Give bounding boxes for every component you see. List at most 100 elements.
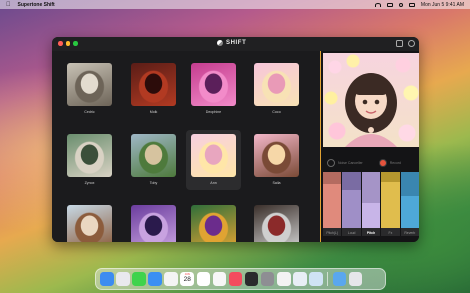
record-label: Record [389, 161, 402, 165]
calendar-day: 28 [183, 276, 191, 284]
launchpad-icon[interactable] [116, 272, 130, 286]
noise-canceller-icon [327, 159, 335, 167]
voice-slider-track [342, 172, 361, 190]
panel-controls: Noise Canceller Record [321, 155, 419, 171]
voice-slider-track [323, 172, 342, 185]
dock: JUN 28 [95, 268, 386, 290]
voice-panel: Noise Canceller Record Pitch(L) Loud Pitch… [320, 51, 419, 242]
voice-slider-fill [342, 189, 361, 228]
messages-icon[interactable] [132, 272, 146, 286]
window-icon[interactable] [309, 272, 323, 286]
record-icon [378, 159, 387, 167]
voice-slider[interactable]: Pitch [361, 172, 381, 236]
minimize-window-button[interactable] [65, 41, 70, 46]
battery-icon[interactable] [386, 2, 393, 7]
pages-icon[interactable] [277, 272, 291, 286]
voice-avatar [67, 205, 112, 242]
calendar-icon[interactable]: JUN 28 [180, 272, 194, 286]
voice-card-label: Coco [272, 110, 281, 114]
voice-avatar [131, 205, 176, 242]
reminders-icon[interactable] [196, 272, 211, 286]
voice-avatar [191, 134, 236, 177]
voice-avatar [254, 134, 299, 177]
trash-icon[interactable] [348, 272, 363, 286]
voice-card[interactable]: Deophine [186, 59, 241, 119]
voice-slider-fill [323, 184, 342, 228]
voice-slider-fill [361, 202, 381, 228]
voice-card-label: Cedric [84, 110, 95, 114]
voice-card[interactable] [186, 201, 241, 242]
shift-icon[interactable] [244, 272, 259, 286]
photos-icon[interactable] [164, 272, 178, 286]
voice-card[interactable] [62, 201, 117, 242]
voice-avatar [131, 63, 176, 106]
voice-slider[interactable]: Pitch(L) [323, 172, 342, 236]
preview-icon[interactable] [293, 272, 307, 286]
status-area: Mon Jun 5 9:41 AM [374, 2, 464, 8]
shift-logo-icon [217, 40, 223, 46]
voice-card[interactable]: Saila [249, 130, 304, 190]
voice-avatar [254, 205, 299, 242]
voice-card[interactable] [249, 201, 304, 242]
voice-sliders: Pitch(L) Loud Pitch Fx Reverb [323, 172, 419, 236]
voice-card[interactable]: Coco [249, 59, 304, 119]
voice-card[interactable]: Zynox [62, 130, 117, 190]
voice-slider-label: Pitch [366, 231, 376, 235]
control-center-icon[interactable] [408, 2, 415, 7]
selected-voice-preview [323, 53, 419, 147]
voice-card[interactable]: Molk [126, 59, 181, 119]
menu-bar:  Supertone Shift Mon Jun 5 9:41 AM [0, 0, 470, 9]
voice-slider[interactable]: Reverb [400, 172, 419, 236]
voice-card-label: Saila [272, 181, 281, 185]
settings-gear-icon[interactable] [408, 40, 415, 47]
voice-card-label: Ann [210, 181, 217, 185]
zoom-window-button[interactable] [73, 41, 78, 46]
finder-icon[interactable] [100, 272, 114, 286]
voice-slider-fill [381, 182, 400, 228]
voice-avatar [67, 63, 112, 106]
voice-slider-track [381, 172, 400, 183]
voice-slider[interactable]: Loud [342, 172, 361, 236]
noise-canceller-toggle[interactable]: Noise Canceller [327, 159, 363, 167]
voice-gallery: Cedric Molk Deophine Coco Zynox Toby Ann Saila [52, 51, 320, 242]
title-bar: SHIFT [52, 37, 419, 51]
voice-card-label: Toby [149, 181, 158, 185]
close-window-button[interactable] [58, 41, 63, 46]
mail-icon[interactable] [148, 272, 162, 286]
voice-avatar [191, 63, 236, 106]
voice-slider-label: Pitch(L) [326, 231, 339, 235]
app-title: SHIFT [217, 40, 246, 46]
voice-card[interactable] [126, 201, 181, 242]
noise-canceller-label: Noise Canceller [338, 161, 363, 165]
voice-card[interactable]: Toby [126, 130, 181, 190]
voice-slider-label: Loud [347, 231, 356, 235]
voice-slider-label: Reverb [404, 231, 416, 235]
voice-slider-fill [400, 195, 419, 228]
folder-icon[interactable] [332, 272, 347, 286]
voice-card-label: Deophine [205, 110, 222, 114]
apple-menu-icon[interactable]:  [6, 2, 11, 8]
app-menu-name[interactable]: Supertone Shift [18, 2, 55, 8]
app-title-text: SHIFT [226, 40, 247, 46]
voice-card-label: Zynox [84, 181, 95, 185]
clock[interactable]: Mon Jun 5 9:41 AM [421, 2, 464, 8]
voice-card[interactable]: Cedric [62, 59, 117, 119]
record-button[interactable]: Record [378, 159, 402, 167]
grid-view-icon[interactable] [396, 40, 403, 47]
voice-avatar [191, 205, 236, 242]
search-icon[interactable] [398, 2, 403, 7]
music-icon[interactable] [228, 272, 243, 286]
notes-icon[interactable] [212, 272, 227, 286]
voice-slider-track [400, 172, 419, 196]
voice-avatar [254, 63, 299, 106]
voice-slider[interactable]: Fx [381, 172, 400, 236]
voice-slider-label: Fx [388, 231, 393, 235]
voice-slider-track [361, 172, 381, 203]
voice-avatar [67, 134, 112, 177]
voice-card[interactable]: Ann [186, 130, 241, 190]
wifi-icon[interactable] [374, 2, 381, 7]
character-portrait [345, 73, 397, 147]
voice-card-label: Molk [149, 110, 158, 114]
settings-icon[interactable] [260, 272, 275, 286]
app-window: SHIFT Cedric Molk Deophine Coco Zynox Toby Ann… [52, 37, 419, 242]
